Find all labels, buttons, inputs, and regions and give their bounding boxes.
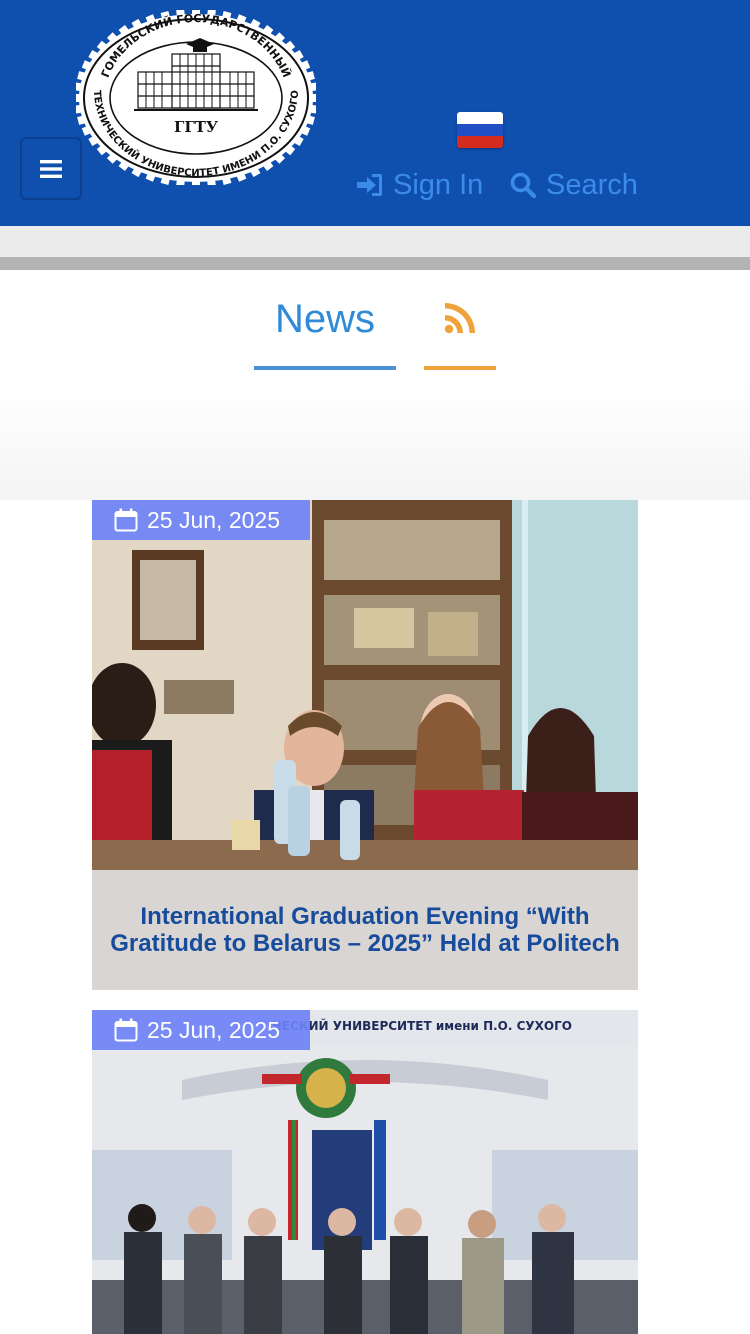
news-card[interactable]: 25 Jun, 2025 International Graduation Ev… (92, 500, 638, 990)
tab-rss[interactable] (424, 290, 496, 370)
section-tabs: News (0, 270, 750, 500)
site-header: ГОМЕЛЬСКИЙ ГОСУДАРСТВЕННЫЙ ТЕХНИЧЕСКИЙ У… (0, 0, 750, 226)
menu-button[interactable] (20, 137, 82, 200)
search-icon (510, 172, 536, 198)
logo-center-text: ГГТУ (174, 118, 218, 136)
header-divider (0, 257, 750, 270)
tab-news[interactable]: News (254, 290, 396, 370)
hamburger-icon (40, 159, 62, 178)
news-title[interactable]: International Graduation Evening “With G… (108, 903, 622, 957)
rss-icon (444, 303, 475, 334)
news-card[interactable]: ЧЕСКИЙ УНИВЕРСИТЕТ имени П.О. СУХОГО 25 … (92, 1010, 638, 1334)
university-logo[interactable]: ГОМЕЛЬСКИЙ ГОСУДАРСТВЕННЫЙ ТЕХНИЧЕСКИЙ У… (76, 10, 316, 185)
date-badge: 25 Jun, 2025 (92, 1010, 310, 1050)
photo-banner-text: ЧЕСКИЙ УНИВЕРСИТЕТ имени П.О. СУХОГО (272, 1018, 572, 1033)
russian-flag-icon[interactable] (457, 112, 503, 148)
date-badge: 25 Jun, 2025 (92, 500, 310, 540)
calendar-icon (114, 508, 138, 532)
search-label: Search (546, 168, 638, 201)
tab-news-label: News (274, 297, 376, 341)
search-link[interactable]: Search (510, 168, 638, 202)
sign-in-link[interactable]: Sign In (357, 168, 483, 202)
news-caption: International Graduation Evening “With G… (92, 870, 638, 990)
news-date: 25 Jun, 2025 (147, 506, 281, 533)
news-date: 25 Jun, 2025 (147, 1016, 281, 1043)
news-photo: ЧЕСКИЙ УНИВЕРСИТЕТ имени П.О. СУХОГО (92, 1010, 638, 1334)
sign-in-icon (357, 174, 382, 196)
sub-navigation-bar (0, 226, 750, 257)
calendar-icon (114, 1018, 138, 1042)
sign-in-label: Sign In (393, 168, 484, 201)
